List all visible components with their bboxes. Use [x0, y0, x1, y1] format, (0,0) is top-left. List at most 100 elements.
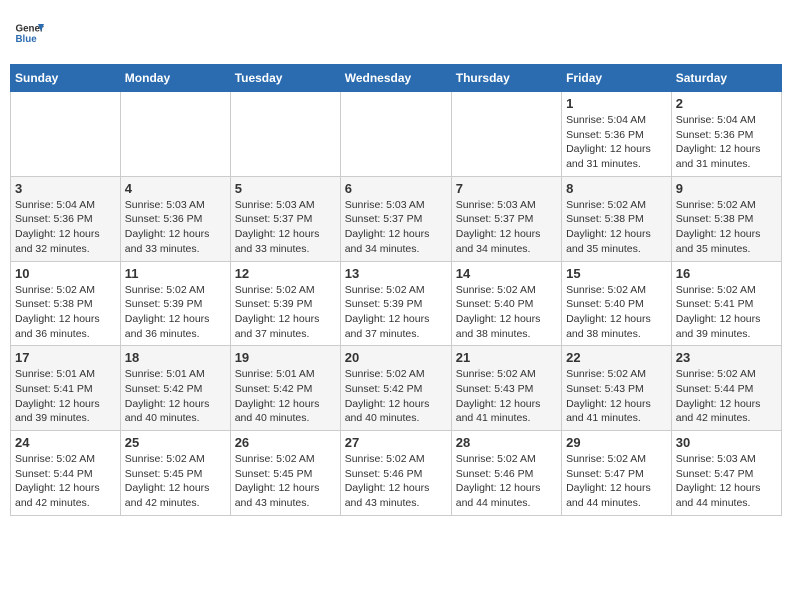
page-header: General Blue: [10, 10, 782, 56]
day-number: 13: [345, 266, 447, 281]
day-info: Sunrise: 5:02 AM Sunset: 5:41 PM Dayligh…: [676, 283, 777, 342]
calendar-cell: 22 Sunrise: 5:02 AM Sunset: 5:43 PM Dayli…: [562, 346, 672, 431]
calendar-cell: 16 Sunrise: 5:02 AM Sunset: 5:41 PM Dayli…: [671, 261, 781, 346]
day-number: 4: [125, 181, 226, 196]
calendar-body: 1 Sunrise: 5:04 AM Sunset: 5:36 PM Daylig…: [11, 92, 782, 516]
day-number: 2: [676, 96, 777, 111]
day-number: 26: [235, 435, 336, 450]
day-info: Sunrise: 5:02 AM Sunset: 5:44 PM Dayligh…: [15, 452, 116, 511]
calendar-cell: [230, 92, 340, 177]
weekday-tuesday: Tuesday: [230, 65, 340, 92]
day-info: Sunrise: 5:03 AM Sunset: 5:37 PM Dayligh…: [235, 198, 336, 257]
calendar-cell: 13 Sunrise: 5:02 AM Sunset: 5:39 PM Dayli…: [340, 261, 451, 346]
day-info: Sunrise: 5:04 AM Sunset: 5:36 PM Dayligh…: [676, 113, 777, 172]
calendar-cell: 30Sunrise: 5:03 AM Sunset: 5:47 PM Dayli…: [671, 431, 781, 516]
day-info: Sunrise: 5:02 AM Sunset: 5:47 PM Dayligh…: [566, 452, 667, 511]
calendar-cell: [451, 92, 561, 177]
day-number: 21: [456, 350, 557, 365]
day-number: 7: [456, 181, 557, 196]
day-info: Sunrise: 5:02 AM Sunset: 5:45 PM Dayligh…: [235, 452, 336, 511]
day-info: Sunrise: 5:04 AM Sunset: 5:36 PM Dayligh…: [15, 198, 116, 257]
calendar-cell: 17 Sunrise: 5:01 AM Sunset: 5:41 PM Dayli…: [11, 346, 121, 431]
calendar-cell: 14 Sunrise: 5:02 AM Sunset: 5:40 PM Dayli…: [451, 261, 561, 346]
day-info: Sunrise: 5:03 AM Sunset: 5:37 PM Dayligh…: [345, 198, 447, 257]
calendar-header: SundayMondayTuesdayWednesdayThursdayFrid…: [11, 65, 782, 92]
day-info: Sunrise: 5:02 AM Sunset: 5:39 PM Dayligh…: [125, 283, 226, 342]
weekday-thursday: Thursday: [451, 65, 561, 92]
day-number: 28: [456, 435, 557, 450]
calendar-cell: 28 Sunrise: 5:02 AM Sunset: 5:46 PM Dayli…: [451, 431, 561, 516]
day-info: Sunrise: 5:02 AM Sunset: 5:39 PM Dayligh…: [235, 283, 336, 342]
calendar-cell: 6 Sunrise: 5:03 AM Sunset: 5:37 PM Daylig…: [340, 176, 451, 261]
calendar-cell: 11 Sunrise: 5:02 AM Sunset: 5:39 PM Dayli…: [120, 261, 230, 346]
day-number: 5: [235, 181, 336, 196]
calendar-cell: 12Sunrise: 5:02 AM Sunset: 5:39 PM Dayli…: [230, 261, 340, 346]
calendar-cell: 4 Sunrise: 5:03 AM Sunset: 5:36 PM Daylig…: [120, 176, 230, 261]
calendar-cell: 1 Sunrise: 5:04 AM Sunset: 5:36 PM Daylig…: [562, 92, 672, 177]
day-number: 29: [566, 435, 667, 450]
day-info: Sunrise: 5:02 AM Sunset: 5:43 PM Dayligh…: [456, 367, 557, 426]
weekday-monday: Monday: [120, 65, 230, 92]
day-number: 6: [345, 181, 447, 196]
weekday-friday: Friday: [562, 65, 672, 92]
calendar-cell: 19 Sunrise: 5:01 AM Sunset: 5:42 PM Dayli…: [230, 346, 340, 431]
day-number: 24: [15, 435, 116, 450]
day-info: Sunrise: 5:03 AM Sunset: 5:36 PM Dayligh…: [125, 198, 226, 257]
day-number: 22: [566, 350, 667, 365]
calendar-week-5: 24 Sunrise: 5:02 AM Sunset: 5:44 PM Dayli…: [11, 431, 782, 516]
day-number: 19: [235, 350, 336, 365]
logo: General Blue: [14, 18, 44, 48]
day-info: Sunrise: 5:02 AM Sunset: 5:42 PM Dayligh…: [345, 367, 447, 426]
calendar-cell: 21 Sunrise: 5:02 AM Sunset: 5:43 PM Dayli…: [451, 346, 561, 431]
calendar-table: SundayMondayTuesdayWednesdayThursdayFrid…: [10, 64, 782, 516]
day-info: Sunrise: 5:02 AM Sunset: 5:46 PM Dayligh…: [456, 452, 557, 511]
calendar-week-1: 1 Sunrise: 5:04 AM Sunset: 5:36 PM Daylig…: [11, 92, 782, 177]
day-info: Sunrise: 5:01 AM Sunset: 5:42 PM Dayligh…: [125, 367, 226, 426]
calendar-cell: [120, 92, 230, 177]
calendar-cell: 10Sunrise: 5:02 AM Sunset: 5:38 PM Dayli…: [11, 261, 121, 346]
day-number: 9: [676, 181, 777, 196]
day-number: 16: [676, 266, 777, 281]
day-info: Sunrise: 5:02 AM Sunset: 5:46 PM Dayligh…: [345, 452, 447, 511]
day-info: Sunrise: 5:02 AM Sunset: 5:44 PM Dayligh…: [676, 367, 777, 426]
calendar-cell: 29 Sunrise: 5:02 AM Sunset: 5:47 PM Dayli…: [562, 431, 672, 516]
calendar-cell: 27Sunrise: 5:02 AM Sunset: 5:46 PM Dayli…: [340, 431, 451, 516]
calendar-cell: 23 Sunrise: 5:02 AM Sunset: 5:44 PM Dayli…: [671, 346, 781, 431]
calendar-cell: 24 Sunrise: 5:02 AM Sunset: 5:44 PM Dayli…: [11, 431, 121, 516]
logo-icon: General Blue: [14, 18, 44, 48]
calendar-cell: 7Sunrise: 5:03 AM Sunset: 5:37 PM Daylig…: [451, 176, 561, 261]
day-info: Sunrise: 5:01 AM Sunset: 5:42 PM Dayligh…: [235, 367, 336, 426]
day-info: Sunrise: 5:02 AM Sunset: 5:39 PM Dayligh…: [345, 283, 447, 342]
day-info: Sunrise: 5:02 AM Sunset: 5:40 PM Dayligh…: [456, 283, 557, 342]
calendar-cell: 3Sunrise: 5:04 AM Sunset: 5:36 PM Daylig…: [11, 176, 121, 261]
calendar-cell: 15 Sunrise: 5:02 AM Sunset: 5:40 PM Dayli…: [562, 261, 672, 346]
weekday-saturday: Saturday: [671, 65, 781, 92]
day-info: Sunrise: 5:03 AM Sunset: 5:47 PM Dayligh…: [676, 452, 777, 511]
day-number: 1: [566, 96, 667, 111]
calendar-cell: 2 Sunrise: 5:04 AM Sunset: 5:36 PM Daylig…: [671, 92, 781, 177]
calendar-cell: [340, 92, 451, 177]
calendar-cell: 26 Sunrise: 5:02 AM Sunset: 5:45 PM Dayli…: [230, 431, 340, 516]
calendar-cell: 9Sunrise: 5:02 AM Sunset: 5:38 PM Daylig…: [671, 176, 781, 261]
day-info: Sunrise: 5:02 AM Sunset: 5:43 PM Dayligh…: [566, 367, 667, 426]
day-number: 11: [125, 266, 226, 281]
day-info: Sunrise: 5:02 AM Sunset: 5:38 PM Dayligh…: [566, 198, 667, 257]
day-info: Sunrise: 5:02 AM Sunset: 5:38 PM Dayligh…: [15, 283, 116, 342]
calendar-week-4: 17 Sunrise: 5:01 AM Sunset: 5:41 PM Dayli…: [11, 346, 782, 431]
weekday-wednesday: Wednesday: [340, 65, 451, 92]
day-number: 17: [15, 350, 116, 365]
day-info: Sunrise: 5:04 AM Sunset: 5:36 PM Dayligh…: [566, 113, 667, 172]
day-number: 14: [456, 266, 557, 281]
day-number: 18: [125, 350, 226, 365]
weekday-header-row: SundayMondayTuesdayWednesdayThursdayFrid…: [11, 65, 782, 92]
day-number: 23: [676, 350, 777, 365]
day-number: 20: [345, 350, 447, 365]
day-info: Sunrise: 5:02 AM Sunset: 5:40 PM Dayligh…: [566, 283, 667, 342]
calendar-cell: 8Sunrise: 5:02 AM Sunset: 5:38 PM Daylig…: [562, 176, 672, 261]
day-info: Sunrise: 5:01 AM Sunset: 5:41 PM Dayligh…: [15, 367, 116, 426]
calendar-cell: 20 Sunrise: 5:02 AM Sunset: 5:42 PM Dayli…: [340, 346, 451, 431]
calendar-cell: 25Sunrise: 5:02 AM Sunset: 5:45 PM Dayli…: [120, 431, 230, 516]
day-number: 15: [566, 266, 667, 281]
calendar-cell: 5 Sunrise: 5:03 AM Sunset: 5:37 PM Daylig…: [230, 176, 340, 261]
day-number: 25: [125, 435, 226, 450]
